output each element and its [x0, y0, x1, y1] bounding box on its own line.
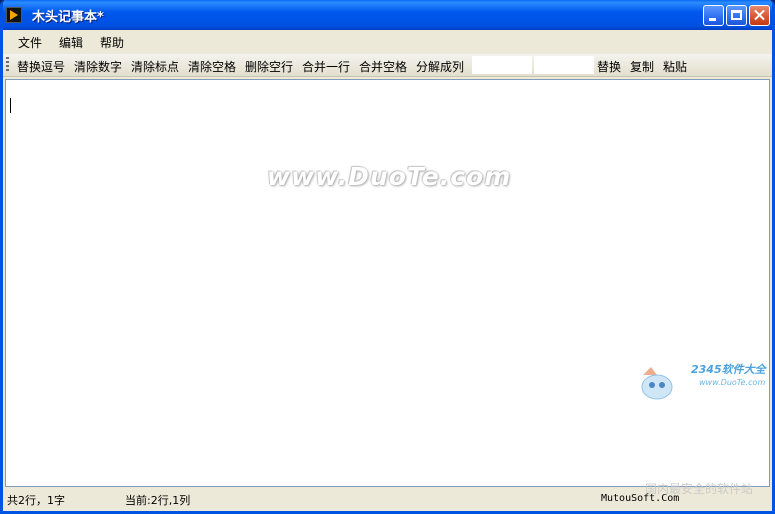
replace-input[interactable]: [534, 56, 594, 74]
copy-button[interactable]: 复制: [630, 58, 654, 75]
minimize-button[interactable]: [703, 5, 724, 26]
close-button[interactable]: [749, 5, 770, 26]
menu-help[interactable]: 帮助: [100, 34, 124, 51]
logo-url: www.DuoTe.com: [699, 378, 766, 387]
watermark-text: www.DuoTe.com: [267, 162, 512, 191]
replace-comma-button[interactable]: 替换逗号: [17, 58, 65, 75]
clear-spaces-button[interactable]: 清除空格: [188, 58, 236, 75]
toolbar: 替换逗号 清除数字 清除标点 清除空格 删除空行 合并一行 合并空格 分解成列 …: [3, 54, 772, 77]
title-bar[interactable]: 木头记事本*: [3, 0, 772, 30]
minimize-icon: [709, 18, 716, 21]
find-input[interactable]: [472, 56, 532, 74]
text-caret: [10, 98, 11, 113]
clear-digits-button[interactable]: 清除数字: [74, 58, 122, 75]
merge-spaces-button[interactable]: 合并空格: [359, 58, 407, 75]
text-editor[interactable]: [5, 79, 770, 487]
maximize-icon: [731, 10, 742, 20]
menu-file[interactable]: 文件: [18, 34, 42, 51]
toolbar-grip-icon[interactable]: [6, 57, 9, 73]
window-title: 木头记事本*: [32, 10, 104, 25]
close-icon: [750, 6, 769, 25]
status-totals: 共2行，1字: [7, 494, 65, 507]
delete-blank-lines-button[interactable]: 删除空行: [245, 58, 293, 75]
app-window: 木头记事本* 文件 编辑 帮助 替换逗号 清除数字 清除标点 清除空格 删除空行…: [0, 0, 775, 514]
logo-slogan: 国内最安全的软件站: [645, 482, 754, 496]
split-columns-button[interactable]: 分解成列: [416, 58, 464, 75]
merge-one-line-button[interactable]: 合并一行: [302, 58, 350, 75]
replace-button[interactable]: 替换: [597, 58, 621, 75]
menu-bar: 文件 编辑 帮助: [3, 30, 772, 52]
menu-edit[interactable]: 编辑: [59, 34, 83, 51]
status-cursor: 当前:2行,1列: [125, 494, 191, 507]
app-icon[interactable]: [6, 7, 22, 23]
logo-title: 2345软件大全: [691, 363, 766, 376]
clear-punctuation-button[interactable]: 清除标点: [131, 58, 179, 75]
maximize-button[interactable]: [726, 5, 747, 26]
paste-button[interactable]: 粘贴: [663, 58, 687, 75]
